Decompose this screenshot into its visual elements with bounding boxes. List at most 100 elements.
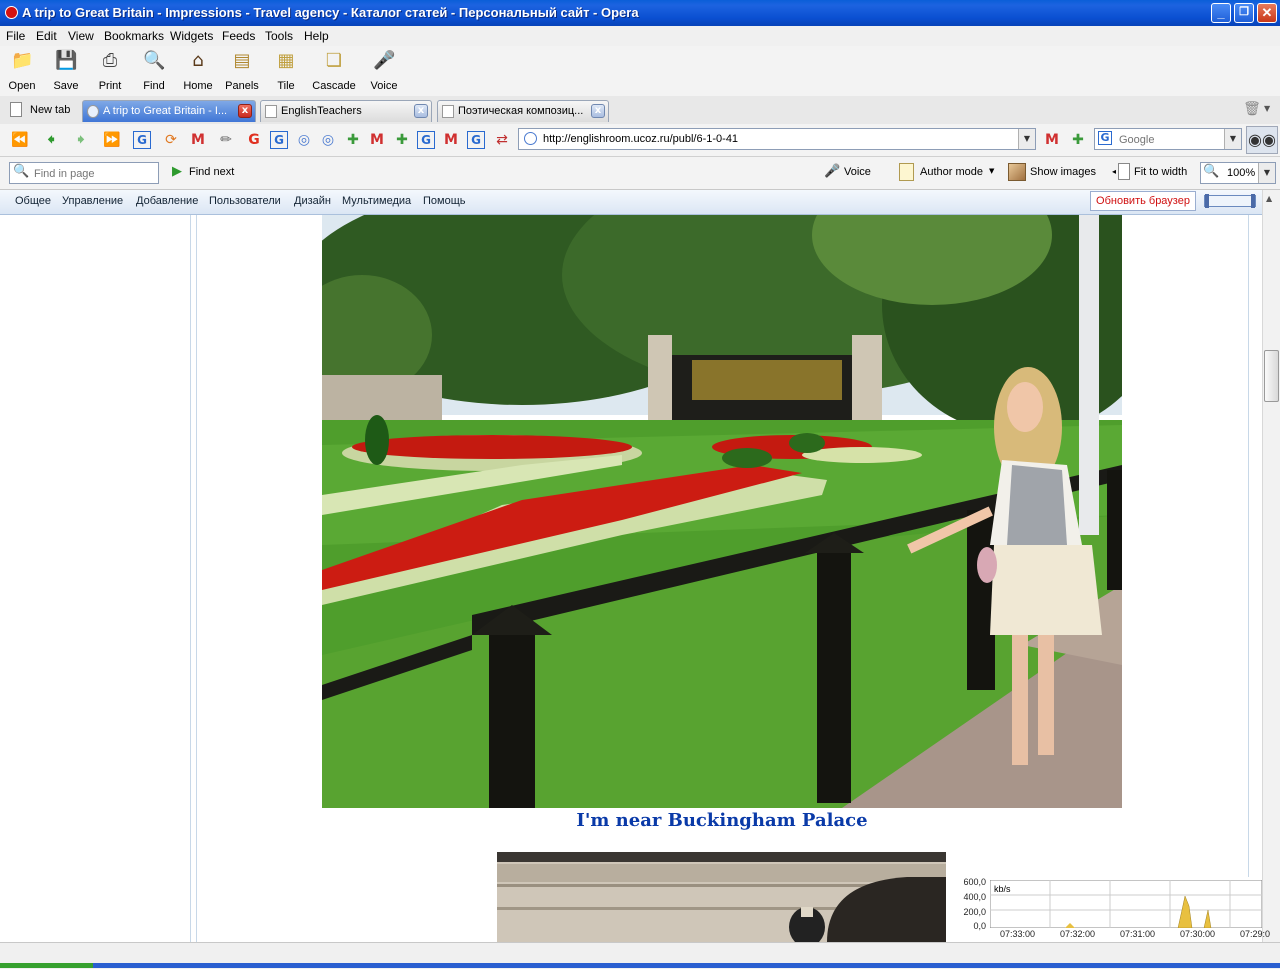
search-field[interactable]: G ▼ — [1094, 128, 1242, 150]
panel-slider[interactable] — [1204, 194, 1256, 208]
close-button[interactable]: ✕ — [1257, 3, 1277, 23]
gmail-icon[interactable]: M — [1042, 130, 1062, 150]
nav-management[interactable]: Управление — [62, 195, 123, 207]
author-mode-button[interactable]: Author mode ▼ — [899, 163, 1001, 183]
microphone-icon: 🎤 — [824, 164, 841, 179]
gmail-icon[interactable]: M — [441, 130, 461, 150]
binoculars-icon[interactable]: ◉◉ — [1246, 126, 1278, 154]
voice-toggle[interactable]: 🎤 Voice — [824, 163, 876, 183]
page-favicon — [265, 105, 277, 118]
nav-general[interactable]: Общее — [15, 195, 51, 207]
fit-to-width-button[interactable]: ◂ Fit to width — [1112, 163, 1194, 183]
menu-file[interactable]: File — [6, 29, 25, 43]
tab-poetic-composition[interactable]: Поэтическая композиц... x — [437, 100, 609, 122]
find-next-button[interactable]: ▶ Find next — [170, 163, 240, 183]
save-button[interactable]: 💾 Save — [44, 50, 88, 92]
panels-button[interactable]: ▤ Panels — [220, 50, 264, 92]
google-g-icon[interactable]: G — [244, 130, 264, 150]
trash-icon[interactable]: 🗑 — [1243, 101, 1261, 119]
vertical-scrollbar[interactable]: ▲ — [1262, 190, 1280, 942]
traffic-graph-widget: 600,0 400,0 200,0 0,0 kb/s 07:33:00 07:3… — [960, 877, 1270, 942]
photo-illustration — [322, 215, 1122, 808]
window-title: A trip to Great Britain - Impressions - … — [22, 5, 639, 20]
tab-trip-to-great-britain[interactable]: A trip to Great Britain - I... x — [82, 100, 256, 122]
photo-illustration — [497, 852, 946, 942]
panels-icon: ▤ — [233, 50, 251, 71]
traffic-x-label: 07:31:00 — [1120, 929, 1156, 939]
menu-tools[interactable]: Tools — [265, 29, 293, 43]
folder-icon: 📁 — [11, 50, 34, 71]
nav-multimedia[interactable]: Мультимедиа — [342, 195, 411, 207]
address-field[interactable]: http://englishroom.ucoz.ru/publ/6-1-0-41… — [518, 128, 1036, 150]
image-icon — [1008, 163, 1026, 181]
open-button[interactable]: 📁 Open — [0, 50, 44, 92]
bookmark-add-icon[interactable]: ✚ — [343, 130, 363, 150]
zoom-icon: 🔍 — [1203, 164, 1220, 179]
google-icon[interactable]: G — [417, 131, 435, 149]
gmail-icon[interactable]: M — [188, 130, 208, 150]
rewind-icon[interactable]: ⏪ — [10, 130, 30, 150]
opera-link-icon[interactable]: ◎ — [318, 130, 338, 150]
traffic-plot — [990, 880, 1262, 928]
menu-bar: File Edit View Bookmarks Widgets Feeds T… — [0, 26, 1280, 46]
new-tab-button[interactable]: New tab — [8, 101, 78, 121]
menu-bookmarks[interactable]: Bookmarks — [104, 29, 164, 43]
play-icon: ▶ — [172, 164, 182, 179]
left-sidebar — [8, 215, 191, 942]
menu-edit[interactable]: Edit — [36, 29, 57, 43]
translate-icon[interactable]: ⇄ — [492, 130, 512, 150]
back-icon[interactable]: 🠸 — [41, 130, 61, 150]
menu-view[interactable]: View — [68, 29, 94, 43]
chevron-down-icon[interactable]: ▼ — [1018, 129, 1035, 149]
show-images-button[interactable]: Show images — [1008, 163, 1108, 183]
menu-widgets[interactable]: Widgets — [170, 29, 213, 43]
chevron-down-icon[interactable]: ▼ — [1264, 104, 1270, 113]
traffic-x-label: 07:30:00 — [1180, 929, 1216, 939]
tab-close-icon[interactable]: x — [591, 104, 605, 118]
nav-design[interactable]: Дизайн — [294, 195, 331, 207]
find-bar: 🔍 ▶ Find next 🎤 Voice Author mode ▼ Show… — [0, 157, 1280, 190]
chevron-down-icon[interactable]: ▼ — [1258, 163, 1275, 183]
home-button[interactable]: ⌂ Home — [176, 50, 220, 92]
chevron-down-icon[interactable]: ▼ — [1224, 129, 1241, 149]
zoom-control[interactable]: 🔍 100% ▼ — [1200, 162, 1276, 184]
cascade-button[interactable]: ❏ Cascade — [312, 50, 356, 92]
nav-add[interactable]: Добавление — [136, 195, 198, 207]
find-button[interactable]: 🔍 Find — [132, 50, 176, 92]
scrollbar-thumb[interactable] — [1264, 350, 1279, 402]
gmail-icon[interactable]: M — [367, 130, 387, 150]
maximize-button[interactable]: ❐ — [1234, 3, 1254, 23]
google-icon[interactable]: G — [133, 131, 151, 149]
tab-close-icon[interactable]: x — [414, 104, 428, 118]
nav-help[interactable]: Помощь — [423, 195, 466, 207]
pen-icon[interactable]: ✏ — [216, 130, 236, 150]
google-icon[interactable]: G — [467, 131, 485, 149]
minimize-button[interactable]: _ — [1211, 3, 1231, 23]
microphone-icon: 🎤 — [373, 50, 396, 71]
reload-icon[interactable]: ⟳ — [161, 130, 181, 150]
find-input[interactable] — [32, 165, 156, 183]
tab-close-icon[interactable]: x — [238, 104, 252, 118]
bookmark-add-icon[interactable]: ✚ — [392, 130, 412, 150]
tab-english-teachers[interactable]: EnglishTeachers x — [260, 100, 432, 122]
scroll-up-icon[interactable]: ▲ — [1266, 194, 1272, 203]
nav-users[interactable]: Пользователи — [209, 195, 281, 207]
find-field[interactable]: 🔍 — [9, 162, 159, 184]
menu-feeds[interactable]: Feeds — [222, 29, 255, 43]
update-browser-button[interactable]: Обновить браузер — [1090, 191, 1196, 211]
main-toolbar: 📁 Open 💾 Save ⎙ Print 🔍 Find ⌂ Home ▤ Pa… — [0, 46, 1280, 97]
page-content: I'm near Buckingham Palace — [0, 215, 1262, 942]
google-icon[interactable]: G — [270, 131, 288, 149]
print-button[interactable]: ⎙ Print — [88, 50, 132, 92]
tile-button[interactable]: ▦ Tile — [264, 50, 308, 92]
voice-button[interactable]: 🎤 Voice — [362, 50, 406, 92]
forward-icon[interactable]: 🠺 — [71, 130, 91, 150]
opera-link-icon[interactable]: ◎ — [294, 130, 314, 150]
home-icon: ⌂ — [192, 50, 204, 71]
traffic-x-label: 07:29:0 — [1240, 929, 1271, 939]
menu-help[interactable]: Help — [304, 29, 329, 43]
bookmark-add-icon[interactable]: ✚ — [1068, 130, 1088, 150]
fast-forward-icon[interactable]: ⏩ — [102, 130, 122, 150]
search-input[interactable] — [1117, 131, 1221, 149]
page-icon — [1118, 163, 1130, 180]
